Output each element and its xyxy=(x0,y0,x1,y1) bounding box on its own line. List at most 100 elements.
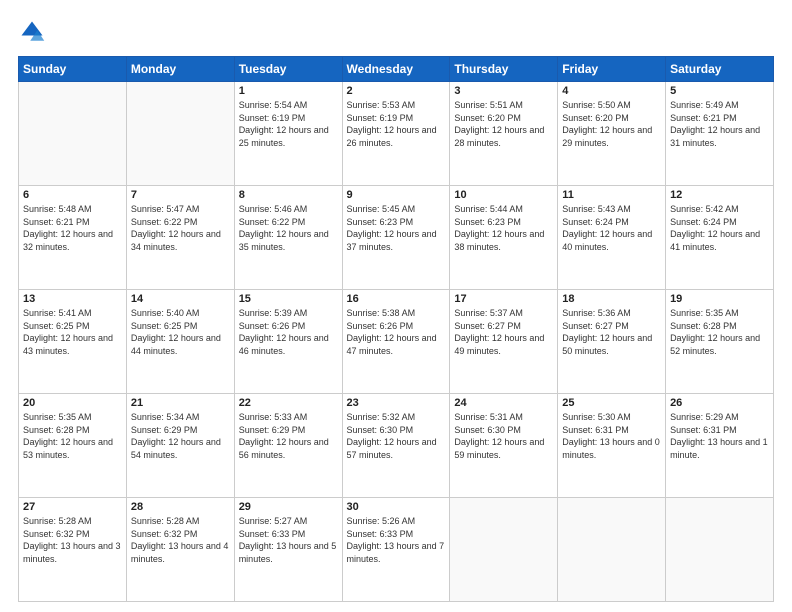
day-number: 4 xyxy=(562,85,661,97)
day-number: 11 xyxy=(562,189,661,201)
day-number: 12 xyxy=(670,189,769,201)
calendar-cell: 14 Sunrise: 5:40 AM Sunset: 6:25 PM Dayli… xyxy=(126,290,234,394)
day-info: Sunrise: 5:34 AM Sunset: 6:29 PM Dayligh… xyxy=(131,411,230,461)
calendar-cell xyxy=(450,498,558,602)
day-number: 22 xyxy=(239,397,338,409)
calendar-cell: 8 Sunrise: 5:46 AM Sunset: 6:22 PM Daylig… xyxy=(234,186,342,290)
calendar-cell: 28 Sunrise: 5:28 AM Sunset: 6:32 PM Dayli… xyxy=(126,498,234,602)
calendar-cell xyxy=(666,498,774,602)
day-number: 1 xyxy=(239,85,338,97)
day-number: 8 xyxy=(239,189,338,201)
day-info: Sunrise: 5:31 AM Sunset: 6:30 PM Dayligh… xyxy=(454,411,553,461)
calendar-cell: 19 Sunrise: 5:35 AM Sunset: 6:28 PM Dayli… xyxy=(666,290,774,394)
day-info: Sunrise: 5:45 AM Sunset: 6:23 PM Dayligh… xyxy=(347,203,446,253)
day-number: 10 xyxy=(454,189,553,201)
day-info: Sunrise: 5:49 AM Sunset: 6:21 PM Dayligh… xyxy=(670,99,769,149)
calendar-cell: 2Sunrise: 5:53 AM Sunset: 6:19 PM Daylig… xyxy=(342,82,450,186)
calendar-cell xyxy=(558,498,666,602)
day-info: Sunrise: 5:51 AM Sunset: 6:20 PM Dayligh… xyxy=(454,99,553,149)
day-number: 13 xyxy=(23,293,122,305)
calendar-week-5: 27 Sunrise: 5:28 AM Sunset: 6:32 PM Dayli… xyxy=(19,498,774,602)
calendar-week-1: 1 Sunrise: 5:54 AM Sunset: 6:19 PM Daylig… xyxy=(19,82,774,186)
calendar-cell xyxy=(126,82,234,186)
day-info: Sunrise: 5:36 AM Sunset: 6:27 PM Dayligh… xyxy=(562,307,661,357)
day-info: Sunrise: 5:41 AM Sunset: 6:25 PM Dayligh… xyxy=(23,307,122,357)
day-number: 21 xyxy=(131,397,230,409)
day-number: 26 xyxy=(670,397,769,409)
day-number: 2 xyxy=(347,85,446,97)
day-number: 23 xyxy=(347,397,446,409)
day-info: Sunrise: 5:40 AM Sunset: 6:25 PM Dayligh… xyxy=(131,307,230,357)
day-number: 30 xyxy=(347,501,446,513)
day-info: Sunrise: 5:29 AM Sunset: 6:31 PM Dayligh… xyxy=(670,411,769,461)
day-number: 27 xyxy=(23,501,122,513)
calendar-cell: 26 Sunrise: 5:29 AM Sunset: 6:31 PM Dayli… xyxy=(666,394,774,498)
day-number: 19 xyxy=(670,293,769,305)
day-info: Sunrise: 5:42 AM Sunset: 6:24 PM Dayligh… xyxy=(670,203,769,253)
day-number: 18 xyxy=(562,293,661,305)
calendar-header-tuesday: Tuesday xyxy=(234,57,342,82)
calendar-cell: 6 Sunrise: 5:48 AM Sunset: 6:21 PM Daylig… xyxy=(19,186,127,290)
calendar-cell: 27 Sunrise: 5:28 AM Sunset: 6:32 PM Dayli… xyxy=(19,498,127,602)
day-info: Sunrise: 5:38 AM Sunset: 6:26 PM Dayligh… xyxy=(347,307,446,357)
calendar-cell: 11 Sunrise: 5:43 AM Sunset: 6:24 PM Dayli… xyxy=(558,186,666,290)
calendar-header-friday: Friday xyxy=(558,57,666,82)
day-number: 24 xyxy=(454,397,553,409)
day-info: Sunrise: 5:46 AM Sunset: 6:22 PM Dayligh… xyxy=(239,203,338,253)
calendar-cell: 4 Sunrise: 5:50 AM Sunset: 6:20 PM Daylig… xyxy=(558,82,666,186)
day-info: Sunrise: 5:30 AM Sunset: 6:31 PM Dayligh… xyxy=(562,411,661,461)
day-number: 20 xyxy=(23,397,122,409)
day-info: Sunrise: 5:35 AM Sunset: 6:28 PM Dayligh… xyxy=(23,411,122,461)
calendar-header-thursday: Thursday xyxy=(450,57,558,82)
calendar-header-row: SundayMondayTuesdayWednesdayThursdayFrid… xyxy=(19,57,774,82)
day-info: Sunrise: 5:54 AM Sunset: 6:19 PM Dayligh… xyxy=(239,99,338,149)
day-info: Sunrise: 5:28 AM Sunset: 6:32 PM Dayligh… xyxy=(23,515,122,565)
calendar-cell: 13 Sunrise: 5:41 AM Sunset: 6:25 PM Dayli… xyxy=(19,290,127,394)
day-info: Sunrise: 5:50 AM Sunset: 6:20 PM Dayligh… xyxy=(562,99,661,149)
day-info: Sunrise: 5:33 AM Sunset: 6:29 PM Dayligh… xyxy=(239,411,338,461)
day-number: 16 xyxy=(347,293,446,305)
day-info: Sunrise: 5:48 AM Sunset: 6:21 PM Dayligh… xyxy=(23,203,122,253)
day-number: 6 xyxy=(23,189,122,201)
calendar-cell: 12 Sunrise: 5:42 AM Sunset: 6:24 PM Dayli… xyxy=(666,186,774,290)
calendar-cell: 21 Sunrise: 5:34 AM Sunset: 6:29 PM Dayli… xyxy=(126,394,234,498)
calendar-cell: 30Sunrise: 5:26 AM Sunset: 6:33 PM Dayli… xyxy=(342,498,450,602)
day-number: 5 xyxy=(670,85,769,97)
day-number: 25 xyxy=(562,397,661,409)
calendar-cell: 29Sunrise: 5:27 AM Sunset: 6:33 PM Dayli… xyxy=(234,498,342,602)
day-number: 15 xyxy=(239,293,338,305)
page: SundayMondayTuesdayWednesdayThursdayFrid… xyxy=(0,0,792,612)
day-number: 7 xyxy=(131,189,230,201)
calendar-week-2: 6 Sunrise: 5:48 AM Sunset: 6:21 PM Daylig… xyxy=(19,186,774,290)
calendar-cell: 20 Sunrise: 5:35 AM Sunset: 6:28 PM Dayli… xyxy=(19,394,127,498)
day-info: Sunrise: 5:32 AM Sunset: 6:30 PM Dayligh… xyxy=(347,411,446,461)
day-info: Sunrise: 5:28 AM Sunset: 6:32 PM Dayligh… xyxy=(131,515,230,565)
calendar-cell: 16 Sunrise: 5:38 AM Sunset: 6:26 PM Dayli… xyxy=(342,290,450,394)
header xyxy=(18,18,774,46)
calendar-header-monday: Monday xyxy=(126,57,234,82)
calendar-week-4: 20 Sunrise: 5:35 AM Sunset: 6:28 PM Dayli… xyxy=(19,394,774,498)
day-number: 29 xyxy=(239,501,338,513)
day-info: Sunrise: 5:35 AM Sunset: 6:28 PM Dayligh… xyxy=(670,307,769,357)
calendar-cell: 5 Sunrise: 5:49 AM Sunset: 6:21 PM Daylig… xyxy=(666,82,774,186)
day-info: Sunrise: 5:47 AM Sunset: 6:22 PM Dayligh… xyxy=(131,203,230,253)
day-info: Sunrise: 5:44 AM Sunset: 6:23 PM Dayligh… xyxy=(454,203,553,253)
logo-icon xyxy=(18,18,46,46)
calendar-cell: 9 Sunrise: 5:45 AM Sunset: 6:23 PM Daylig… xyxy=(342,186,450,290)
day-number: 28 xyxy=(131,501,230,513)
calendar-cell: 25 Sunrise: 5:30 AM Sunset: 6:31 PM Dayli… xyxy=(558,394,666,498)
calendar-cell: 18 Sunrise: 5:36 AM Sunset: 6:27 PM Dayli… xyxy=(558,290,666,394)
calendar-cell: 17Sunrise: 5:37 AM Sunset: 6:27 PM Dayli… xyxy=(450,290,558,394)
calendar-cell: 15Sunrise: 5:39 AM Sunset: 6:26 PM Dayli… xyxy=(234,290,342,394)
calendar-cell: 7 Sunrise: 5:47 AM Sunset: 6:22 PM Daylig… xyxy=(126,186,234,290)
calendar-header-wednesday: Wednesday xyxy=(342,57,450,82)
calendar-cell: 10 Sunrise: 5:44 AM Sunset: 6:23 PM Dayli… xyxy=(450,186,558,290)
calendar-cell xyxy=(19,82,127,186)
logo xyxy=(18,18,50,46)
calendar-cell: 23 Sunrise: 5:32 AM Sunset: 6:30 PM Dayli… xyxy=(342,394,450,498)
calendar-header-saturday: Saturday xyxy=(666,57,774,82)
day-number: 9 xyxy=(347,189,446,201)
day-number: 14 xyxy=(131,293,230,305)
day-info: Sunrise: 5:37 AM Sunset: 6:27 PM Dayligh… xyxy=(454,307,553,357)
day-info: Sunrise: 5:43 AM Sunset: 6:24 PM Dayligh… xyxy=(562,203,661,253)
